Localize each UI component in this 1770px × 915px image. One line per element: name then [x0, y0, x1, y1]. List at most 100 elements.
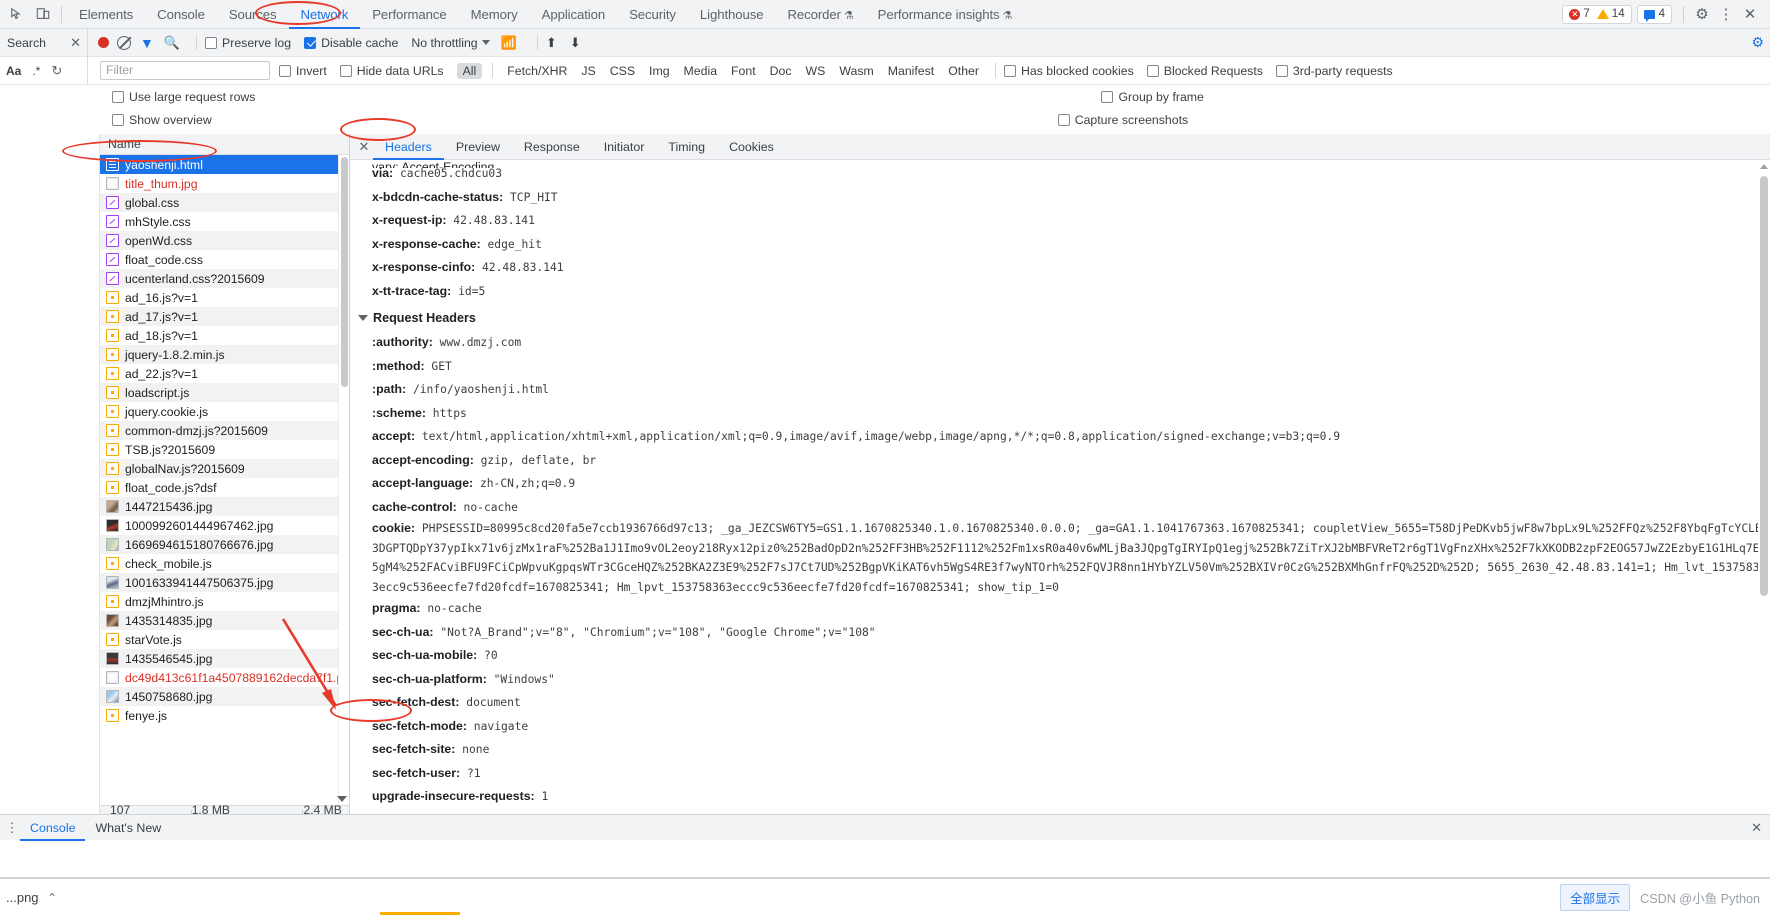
request-row[interactable]: globalNav.js?2015609 [100, 459, 349, 478]
tab-timing[interactable]: Timing [656, 134, 717, 160]
request-row[interactable]: 1450758680.jpg [100, 687, 349, 706]
request-row[interactable]: jquery-1.8.2.min.js [100, 345, 349, 364]
request-row[interactable]: yaoshenji.html [100, 155, 349, 174]
invert-checkbox[interactable]: Invert [279, 64, 327, 78]
preserve-log-checkbox[interactable]: Preserve log [205, 36, 291, 50]
type-filter-js[interactable]: JS [575, 63, 601, 79]
type-filter-wasm[interactable]: Wasm [833, 63, 879, 79]
details-scrollbar[interactable] [1758, 160, 1770, 827]
request-row[interactable]: common-dmzj.js?2015609 [100, 421, 349, 440]
tab-headers[interactable]: Headers [373, 134, 444, 160]
request-row[interactable]: starVote.js [100, 630, 349, 649]
drawer-menu-icon[interactable]: ⋮ [4, 821, 20, 834]
chevron-up-icon[interactable] [1760, 164, 1768, 169]
tab-cookies[interactable]: Cookies [717, 134, 786, 160]
use-large-request-rows-checkbox[interactable]: Use large request rows [112, 90, 255, 104]
tab-security[interactable]: Security [617, 0, 688, 29]
request-row[interactable]: 1435546545.jpg [100, 649, 349, 668]
request-row[interactable]: dmzjMhintro.js [100, 592, 349, 611]
request-row[interactable]: openWd.css [100, 231, 349, 250]
import-har-icon[interactable]: ⬆ [546, 35, 557, 51]
request-row[interactable]: global.css [100, 193, 349, 212]
filter-input[interactable]: Filter [100, 61, 270, 80]
chevron-up-icon[interactable]: ⌄ [47, 890, 57, 904]
request-row[interactable]: jquery.cookie.js [100, 402, 349, 421]
type-filter-img[interactable]: Img [643, 63, 676, 79]
headers-content[interactable]: vary: Accept-Encoding via: cache05.chdcu… [350, 160, 1770, 827]
drawer-tab-console[interactable]: Console [20, 815, 86, 841]
download-item[interactable]: ...png ⌄ [0, 890, 57, 905]
tab-recorder[interactable]: Recorder ⚗ [775, 0, 865, 29]
third-party-requests-checkbox[interactable]: 3rd-party requests [1275, 64, 1393, 78]
group-by-frame-checkbox[interactable]: Group by frame [1101, 90, 1204, 104]
gear-icon[interactable]: ⚙ [1690, 2, 1714, 26]
chevron-down-icon[interactable] [358, 315, 368, 321]
messages-counter[interactable]: 4 [1636, 4, 1672, 24]
request-row[interactable]: 1000992601444967462.jpg [100, 516, 349, 535]
type-filter-css[interactable]: CSS [604, 63, 641, 79]
type-filter-fetch-xhr[interactable]: Fetch/XHR [501, 63, 573, 79]
type-filter-all[interactable]: All [456, 62, 483, 79]
request-row[interactable]: 1669694615180766676.jpg [100, 535, 349, 554]
request-row[interactable]: 1001633941447506375.jpg [100, 573, 349, 592]
request-row[interactable]: check_mobile.js [100, 554, 349, 573]
type-filter-other[interactable]: Other [942, 63, 985, 79]
request-row[interactable]: 1435314835.jpg [100, 611, 349, 630]
request-row[interactable]: mhStyle.css [100, 212, 349, 231]
network-settings-icon[interactable]: ⚙ [1751, 34, 1764, 51]
column-header-name[interactable]: Name [100, 134, 349, 155]
record-button[interactable] [98, 37, 109, 48]
throttling-select[interactable]: No throttling [411, 36, 477, 50]
tab-lighthouse[interactable]: Lighthouse [688, 0, 776, 29]
request-row[interactable]: float_code.js?dsf [100, 478, 349, 497]
match-case-icon[interactable]: Aa [6, 64, 21, 78]
tab-elements[interactable]: Elements [67, 0, 145, 29]
inspect-icon[interactable] [4, 1, 30, 27]
request-row[interactable]: ad_22.js?v=1 [100, 364, 349, 383]
type-filter-font[interactable]: Font [725, 63, 762, 79]
hide-data-urls-checkbox[interactable]: Hide data URLs [339, 64, 444, 78]
export-har-icon[interactable]: ⬇ [570, 35, 581, 51]
close-icon[interactable]: ✕ [1738, 2, 1762, 26]
request-row[interactable]: fenye.js [100, 706, 349, 725]
request-row[interactable]: ad_16.js?v=1 [100, 288, 349, 307]
tab-sources[interactable]: Sources [217, 0, 289, 29]
search-close-icon[interactable]: ✕ [70, 35, 87, 51]
drawer-close-icon[interactable]: ✕ [1751, 820, 1770, 836]
refresh-icon[interactable]: ↻ [51, 63, 62, 79]
search-icon[interactable]: 🔍 [164, 35, 180, 51]
issues-counter[interactable]: ✕ 7 14 [1562, 4, 1632, 24]
show-all-downloads-button[interactable]: 全部显示 [1560, 883, 1631, 911]
tab-memory[interactable]: Memory [459, 0, 530, 29]
regex-icon[interactable]: .* [32, 64, 40, 78]
request-row[interactable]: 1447215436.jpg [100, 497, 349, 516]
show-overview-checkbox[interactable]: Show overview [112, 113, 212, 127]
blocked-requests-checkbox[interactable]: Blocked Requests [1146, 64, 1263, 78]
has-blocked-cookies-checkbox[interactable]: Has blocked cookies [1003, 64, 1134, 78]
scrollbar-thumb[interactable] [341, 157, 348, 387]
request-row[interactable]: TSB.js?2015609 [100, 440, 349, 459]
filter-icon[interactable]: ▼ [140, 35, 154, 51]
drawer-tab-whats-new[interactable]: What's New [85, 815, 171, 841]
tab-performance[interactable]: Performance [360, 0, 458, 29]
request-row[interactable]: ad_17.js?v=1 [100, 307, 349, 326]
request-list-scrollbar[interactable] [337, 155, 349, 805]
capture-screenshots-checkbox[interactable]: Capture screenshots [1057, 113, 1188, 127]
type-filter-ws[interactable]: WS [800, 63, 832, 79]
request-headers-section-title[interactable]: Request Headers [350, 305, 1770, 331]
chevron-down-icon[interactable] [337, 796, 347, 802]
chevron-down-icon[interactable] [481, 40, 490, 45]
request-row[interactable]: loadscript.js [100, 383, 349, 402]
network-conditions-icon[interactable]: 📶 [501, 35, 517, 51]
device-toolbar-icon[interactable] [30, 1, 56, 27]
disable-cache-checkbox[interactable]: Disable cache [304, 36, 398, 50]
tab-network[interactable]: Network [288, 0, 361, 29]
request-row[interactable]: ucenterland.css?2015609 [100, 269, 349, 288]
close-icon[interactable]: ✕ [355, 139, 373, 155]
tab-performance-insights[interactable]: Performance insights ⚗ [866, 0, 1025, 29]
tab-preview[interactable]: Preview [444, 134, 512, 160]
scrollbar-thumb[interactable] [1760, 176, 1768, 596]
request-row[interactable]: ad_18.js?v=1 [100, 326, 349, 345]
request-rows[interactable]: yaoshenji.html title_thum.jpg global.css mh… [100, 155, 349, 805]
request-row[interactable]: title_thum.jpg [100, 174, 349, 193]
